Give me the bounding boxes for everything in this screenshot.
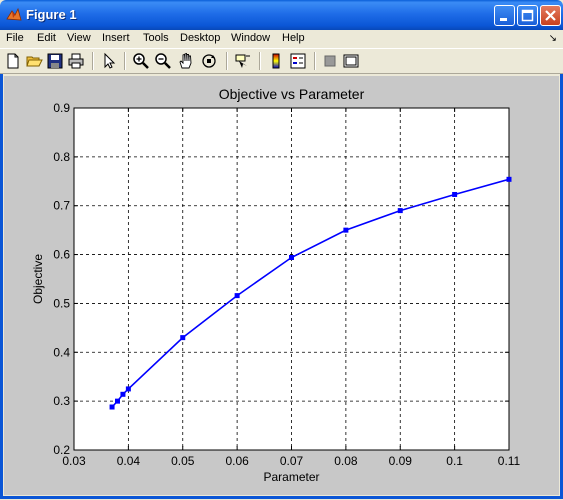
insert-colorbar-icon[interactable] — [267, 52, 285, 70]
figure-canvas: 0.03 0.04 0.05 0.06 0.07 0.08 0.09 0.1 0.11 0.2 0.… — [4, 76, 559, 495]
open-icon[interactable] — [25, 52, 43, 70]
x-tick-label: 0.04 — [117, 454, 141, 468]
toolbar-separator — [92, 52, 94, 70]
minimize-button[interactable] — [494, 5, 515, 26]
x-tick-label: 0.09 — [389, 454, 413, 468]
menu-insert[interactable]: Insert — [102, 32, 130, 44]
data-point — [234, 293, 240, 299]
close-icon — [545, 10, 556, 21]
insert-legend-icon[interactable] — [289, 52, 307, 70]
window-title: Figure 1 — [26, 7, 77, 22]
chart-title: Objective vs Parameter — [219, 86, 365, 102]
data-point — [397, 208, 403, 214]
data-cursor-icon[interactable] — [234, 52, 252, 70]
menu-help[interactable]: Help — [282, 32, 305, 44]
y-tick-label: 0.8 — [53, 150, 70, 164]
show-plot-tools-icon[interactable] — [342, 52, 360, 70]
menu-dock-arrow-icon[interactable]: ↘ — [549, 33, 557, 44]
menu-edit[interactable]: Edit — [37, 32, 56, 44]
save-icon[interactable] — [46, 52, 64, 70]
x-tick-label: 0.11 — [498, 454, 521, 468]
data-point — [506, 176, 512, 182]
data-point — [289, 255, 294, 261]
y-tick-label: 0.2 — [53, 443, 70, 457]
y-tick-label: 0.6 — [53, 248, 70, 262]
zoom-out-icon[interactable] — [154, 52, 172, 70]
x-tick-label: 0.08 — [334, 454, 358, 468]
new-figure-icon[interactable] — [4, 52, 22, 70]
data-point — [452, 191, 458, 197]
pointer-icon[interactable] — [100, 52, 118, 70]
matlab-icon — [6, 7, 22, 21]
y-tick-label: 0.5 — [53, 296, 70, 310]
data-point — [125, 386, 131, 392]
maximize-button[interactable] — [517, 5, 538, 26]
hide-plot-tools-icon[interactable] — [321, 52, 339, 70]
menu-bar: File Edit View Insert Tools Desktop Wind… — [0, 30, 563, 48]
menu-view[interactable]: View — [67, 32, 91, 44]
close-button[interactable] — [540, 5, 561, 26]
data-point — [343, 227, 349, 233]
menu-tools[interactable]: Tools — [143, 32, 169, 44]
y-axis-label: Objective — [31, 254, 45, 304]
minimize-icon — [500, 18, 507, 21]
line-chart[interactable]: 0.03 0.04 0.05 0.06 0.07 0.08 0.09 0.1 0.110.20.… — [4, 76, 559, 495]
data-point — [180, 335, 186, 341]
toolbar-separator — [259, 52, 261, 70]
x-tick-label: 0.07 — [280, 454, 304, 468]
toolbar-separator — [226, 52, 228, 70]
rotate-3d-icon[interactable] — [200, 52, 218, 70]
figure-toolbar — [0, 48, 563, 74]
maximize-icon — [521, 9, 534, 22]
data-point — [115, 398, 120, 404]
data-point — [109, 404, 115, 410]
x-tick-label: 0.1 — [446, 454, 463, 468]
y-tick-label: 0.3 — [53, 394, 70, 408]
x-axis-label: Parameter — [263, 470, 319, 484]
data-point — [120, 391, 126, 397]
toolbar-separator — [314, 52, 316, 70]
menu-desktop[interactable]: Desktop — [180, 32, 220, 44]
menu-file[interactable]: File — [6, 32, 24, 44]
y-tick-label: 0.9 — [53, 101, 70, 115]
x-tick-label: 0.05 — [171, 454, 195, 468]
zoom-in-icon[interactable] — [132, 52, 150, 70]
menu-window[interactable]: Window — [231, 32, 270, 44]
y-tick-label: 0.7 — [53, 199, 70, 213]
title-bar: Figure 1 — [0, 0, 563, 30]
x-tick-label: 0.06 — [225, 454, 249, 468]
pan-icon[interactable] — [177, 52, 195, 70]
print-icon[interactable] — [67, 52, 85, 70]
toolbar-separator — [124, 52, 126, 70]
y-tick-label: 0.4 — [53, 345, 70, 359]
